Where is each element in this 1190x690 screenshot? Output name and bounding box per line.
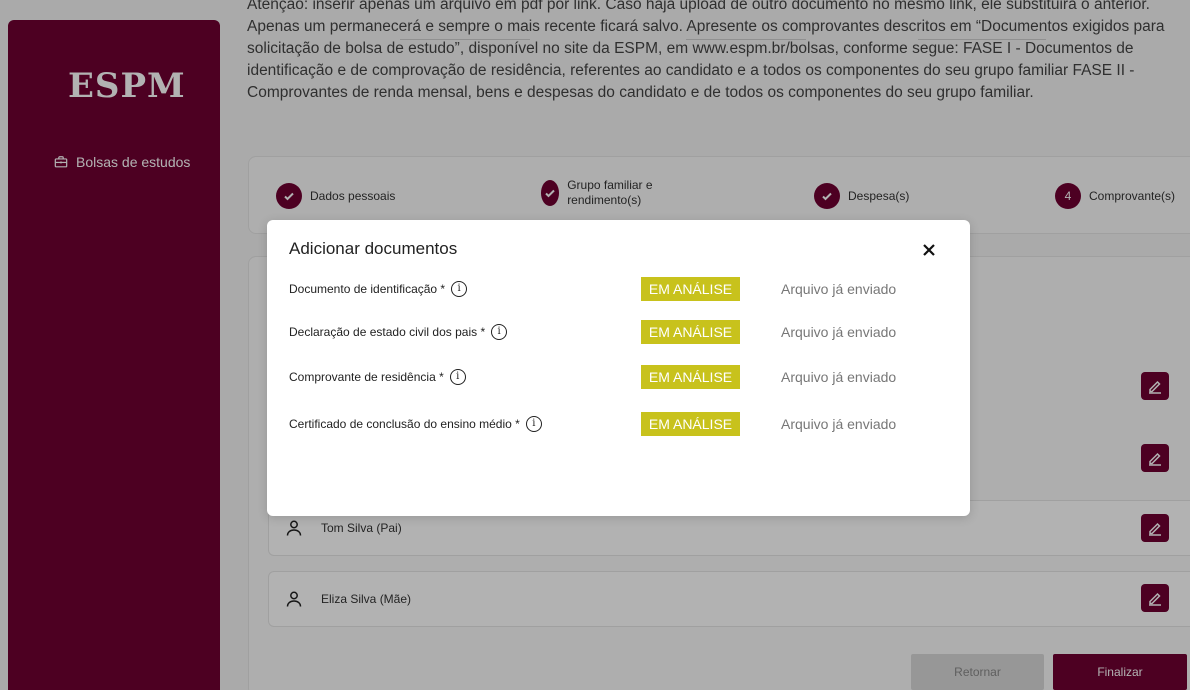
info-icon[interactable]: i (449, 369, 466, 385)
document-label: Declaração de estado civil dos pais * (289, 325, 486, 339)
document-row: Comprovante de residência * i EM ANÁLISE… (289, 365, 949, 391)
document-label: Certificado de conclusão do ensino médio… (289, 417, 520, 431)
status-badge: EM ANÁLISE (641, 412, 740, 436)
document-label-wrap: Documento de identificação * i (289, 281, 468, 297)
document-label-wrap: Certificado de conclusão do ensino médio… (289, 416, 542, 432)
file-status: Arquivo já enviado (781, 324, 897, 340)
status-badge: EM ANÁLISE (641, 365, 740, 389)
close-icon[interactable] (919, 240, 939, 260)
document-label: Comprovante de residência * (289, 370, 444, 384)
file-status: Arquivo já enviado (781, 281, 897, 297)
status-badge: EM ANÁLISE (641, 320, 740, 344)
add-documents-modal: Adicionar documentos Documento de identi… (267, 220, 970, 516)
file-status: Arquivo já enviado (781, 369, 897, 385)
status-badge: EM ANÁLISE (641, 277, 740, 301)
info-icon[interactable]: i (491, 324, 508, 340)
document-row: Documento de identificação * i EM ANÁLIS… (289, 277, 949, 303)
modal-title: Adicionar documentos (289, 239, 458, 258)
document-row: Certificado de conclusão do ensino médio… (289, 412, 949, 438)
document-label-wrap: Declaração de estado civil dos pais * i (289, 324, 508, 340)
file-status: Arquivo já enviado (781, 416, 897, 432)
document-row: Declaração de estado civil dos pais * i … (289, 320, 949, 346)
document-label-wrap: Comprovante de residência * i (289, 369, 466, 385)
document-label: Documento de identificação * (289, 282, 446, 296)
info-icon[interactable]: i (525, 416, 542, 432)
info-icon[interactable]: i (451, 281, 468, 297)
